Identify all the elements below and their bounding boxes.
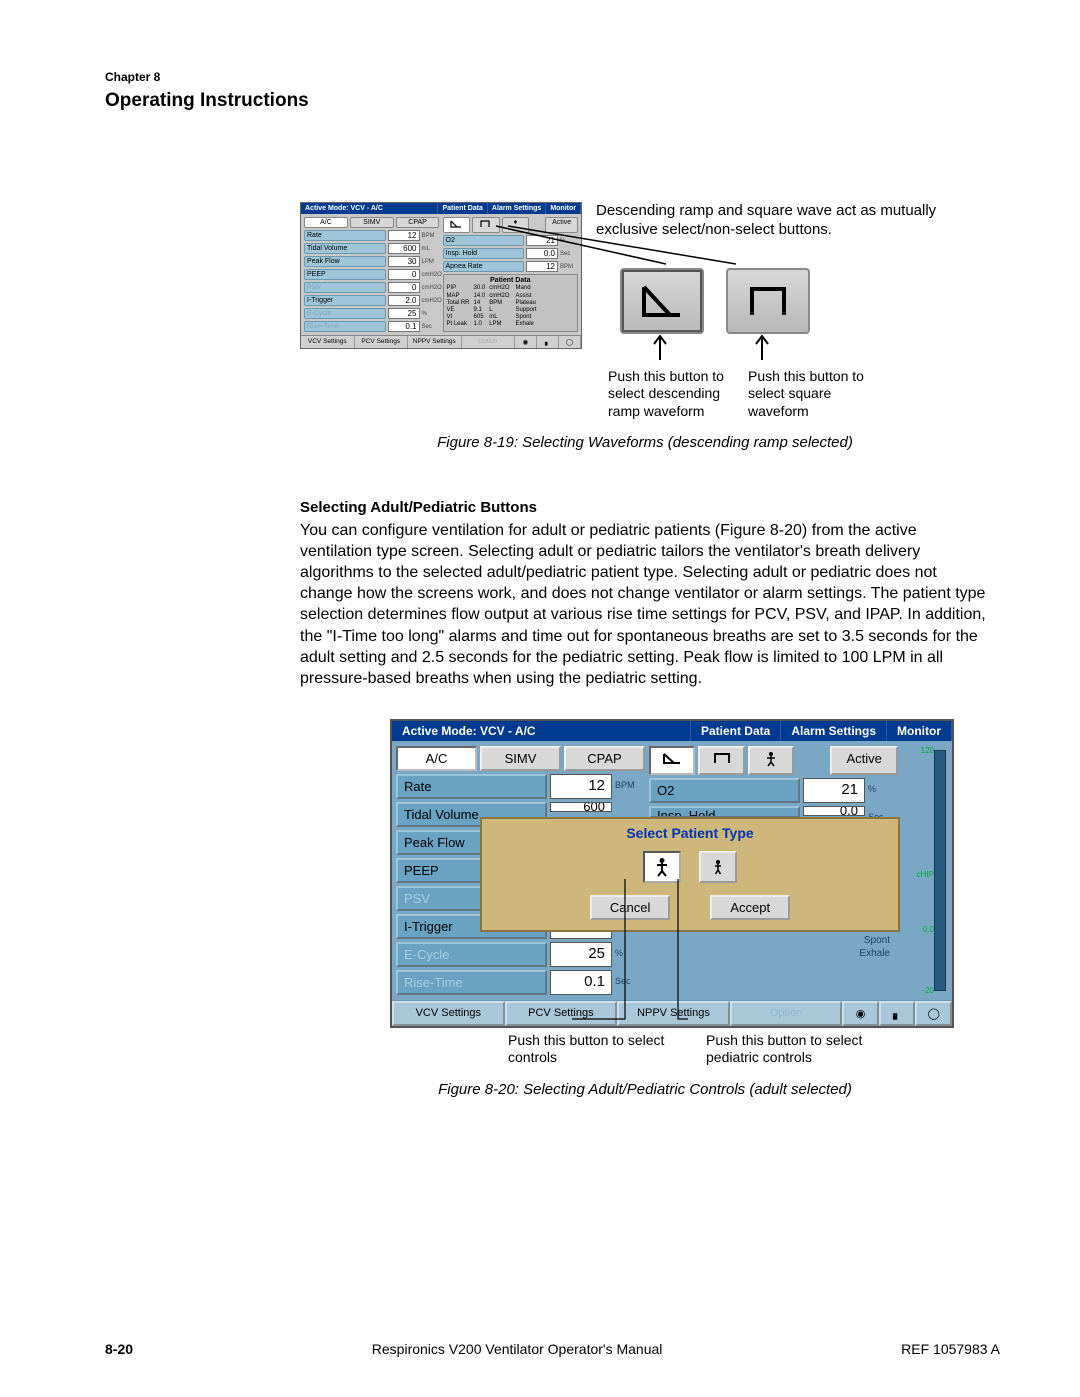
pediatric-annotation: Push this button to select pediatric con… (706, 1032, 876, 1067)
vent-topbar: Active Mode: VCV - A/C Patient Data Alar… (301, 203, 581, 214)
vl-option[interactable]: Option (730, 1001, 843, 1026)
cancel-button[interactable]: Cancel (590, 895, 670, 920)
adult-button[interactable] (643, 851, 681, 883)
param-i-trigger[interactable]: I-Trigger (304, 295, 386, 306)
vl-mode-simv[interactable]: SIMV (480, 746, 561, 771)
param-apnea-rate[interactable]: Apnea Rate (443, 261, 525, 272)
vl-ramp-button[interactable] (649, 746, 695, 775)
mode-ac-button[interactable]: A/C (304, 217, 348, 228)
icon-tab-3[interactable]: ◯ (559, 336, 581, 348)
param-psv[interactable]: PSV (304, 282, 386, 293)
vl-rate[interactable]: Rate (396, 774, 547, 799)
pediatric-person-icon (712, 859, 724, 875)
param-peep[interactable]: PEEP (304, 269, 386, 280)
param-e-cycle[interactable]: E-Cycle (304, 308, 386, 319)
param-insp-hold[interactable]: Insp. Hold (443, 248, 525, 259)
vl-icon-2[interactable]: ▖ (879, 1001, 916, 1026)
arrow-up-icon (646, 332, 846, 362)
vl-e-cycle[interactable]: E-Cycle (396, 942, 547, 967)
section-body: You can configure ventilation for adult … (300, 520, 990, 689)
patient-data-grid: PIP30.0cmH2O MAP14.0cmH2O Total RR14BPM … (447, 285, 510, 328)
figure-8-19: Active Mode: VCV - A/C Patient Data Alar… (300, 202, 990, 420)
footer-center: Respironics V200 Ventilator Operator's M… (372, 1341, 663, 1357)
select-patient-type-dialog: Select Patient Type Cancel Accept (480, 817, 900, 932)
adult-person-icon (654, 857, 670, 877)
vl-mode-cpap[interactable]: CPAP (564, 746, 645, 771)
accept-button[interactable]: Accept (710, 895, 790, 920)
pcv-settings-tab[interactable]: PCV Settings (355, 336, 409, 348)
dialog-title: Select Patient Type (492, 825, 888, 841)
vl-monitor-tab[interactable]: Monitor (887, 721, 952, 741)
icon-tab-2[interactable]: ▖ (537, 336, 559, 348)
vl-icon-1[interactable]: ◉ (842, 1001, 879, 1026)
ramp-label: Push this button to select descending ra… (608, 368, 736, 421)
page-number: 8-20 (105, 1341, 133, 1357)
figure1-description: Descending ramp and square wave act as m… (596, 202, 990, 240)
ventilator-panel-small: Active Mode: VCV - A/C Patient Data Alar… (300, 202, 582, 349)
vl-icon-3[interactable]: ◯ (915, 1001, 952, 1026)
vl-vcv-settings[interactable]: VCV Settings (392, 1001, 505, 1026)
figure-8-19-caption: Figure 8-19: Selecting Waveforms (descen… (300, 434, 990, 451)
patient-type-button[interactable]: ♦ (502, 217, 530, 233)
adult-icon (764, 751, 778, 767)
mode-cpap-button[interactable]: CPAP (396, 217, 440, 228)
square-label: Push this button to select square wavefo… (748, 368, 876, 421)
waveform-square-button[interactable] (472, 217, 500, 233)
option-tab[interactable]: Option (462, 336, 516, 348)
waveform-ramp-button[interactable] (443, 217, 471, 233)
active-button[interactable]: Active (545, 217, 578, 233)
waveform-ramp-large-button[interactable] (620, 268, 704, 334)
pediatric-button[interactable] (699, 851, 737, 883)
square-waveform-icon (744, 281, 792, 321)
chapter-label: Chapter 8 (105, 70, 1000, 84)
section-heading: Selecting Adult/Pediatric Buttons (300, 499, 990, 516)
vent-bottom-tabs: VCV Settings PCV Settings NPPV Settings … (301, 335, 581, 348)
vl-active-mode: Active Mode: VCV - A/C (392, 721, 691, 741)
vl-mode-ac[interactable]: A/C (396, 746, 477, 771)
vl-square-button[interactable] (698, 746, 744, 775)
vl-patient-type-button[interactable] (748, 746, 794, 775)
figure1-annotation: Descending ramp and square wave act as m… (596, 202, 990, 420)
page-footer: 8-20 Respironics V200 Ventilator Operato… (105, 1341, 1000, 1357)
content: Active Mode: VCV - A/C Patient Data Alar… (300, 202, 990, 1098)
vl-o2[interactable]: O2 (649, 778, 800, 803)
param-rise-time[interactable]: Rise-Time (304, 321, 386, 332)
vl-pcv-settings[interactable]: PCV Settings (505, 1001, 618, 1026)
param-peak-flow[interactable]: Peak Flow (304, 256, 386, 267)
param-rate[interactable]: Rate (304, 230, 386, 241)
vcv-settings-tab[interactable]: VCV Settings (301, 336, 355, 348)
alarm-settings-tab[interactable]: Alarm Settings (488, 203, 546, 214)
footer-ref: REF 1057983 A (901, 1341, 1000, 1357)
nppv-settings-tab[interactable]: NPPV Settings (408, 336, 462, 348)
adult-annotation: Push this button to select controls (508, 1032, 678, 1067)
icon-tab-1[interactable]: ◉ (515, 336, 537, 348)
vl-alarm-settings-tab[interactable]: Alarm Settings (781, 721, 887, 741)
figure-8-20-caption: Figure 8-20: Selecting Adult/Pediatric C… (300, 1081, 990, 1098)
vl-patient-data-tab[interactable]: Patient Data (691, 721, 781, 741)
vl-nppv-settings[interactable]: NPPV Settings (617, 1001, 730, 1026)
vl-rise-time[interactable]: Rise-Time (396, 970, 547, 995)
figure-8-20: Active Mode: VCV - A/C Patient Data Alar… (390, 719, 990, 1098)
active-mode-label: Active Mode: VCV - A/C (301, 203, 438, 214)
page-title: Operating Instructions (105, 90, 1000, 112)
waveform-square-large-button[interactable] (726, 268, 810, 334)
page: Chapter 8 Operating Instructions Active … (0, 0, 1080, 1397)
mode-simv-button[interactable]: SIMV (350, 217, 394, 228)
pressure-bar: 120 cHIP 0.0 -20 (902, 746, 948, 995)
param-o2[interactable]: O2 (443, 235, 525, 246)
patient-data-box: Patient Data PIP30.0cmH2O MAP14.0cmH2O T… (443, 274, 579, 332)
vl-active-button[interactable]: Active (830, 746, 898, 775)
ramp-waveform-icon (638, 281, 686, 321)
monitor-tab[interactable]: Monitor (546, 203, 581, 214)
patient-data-tab[interactable]: Patient Data (438, 203, 487, 214)
param-tidal-volume[interactable]: Tidal Volume (304, 243, 386, 254)
